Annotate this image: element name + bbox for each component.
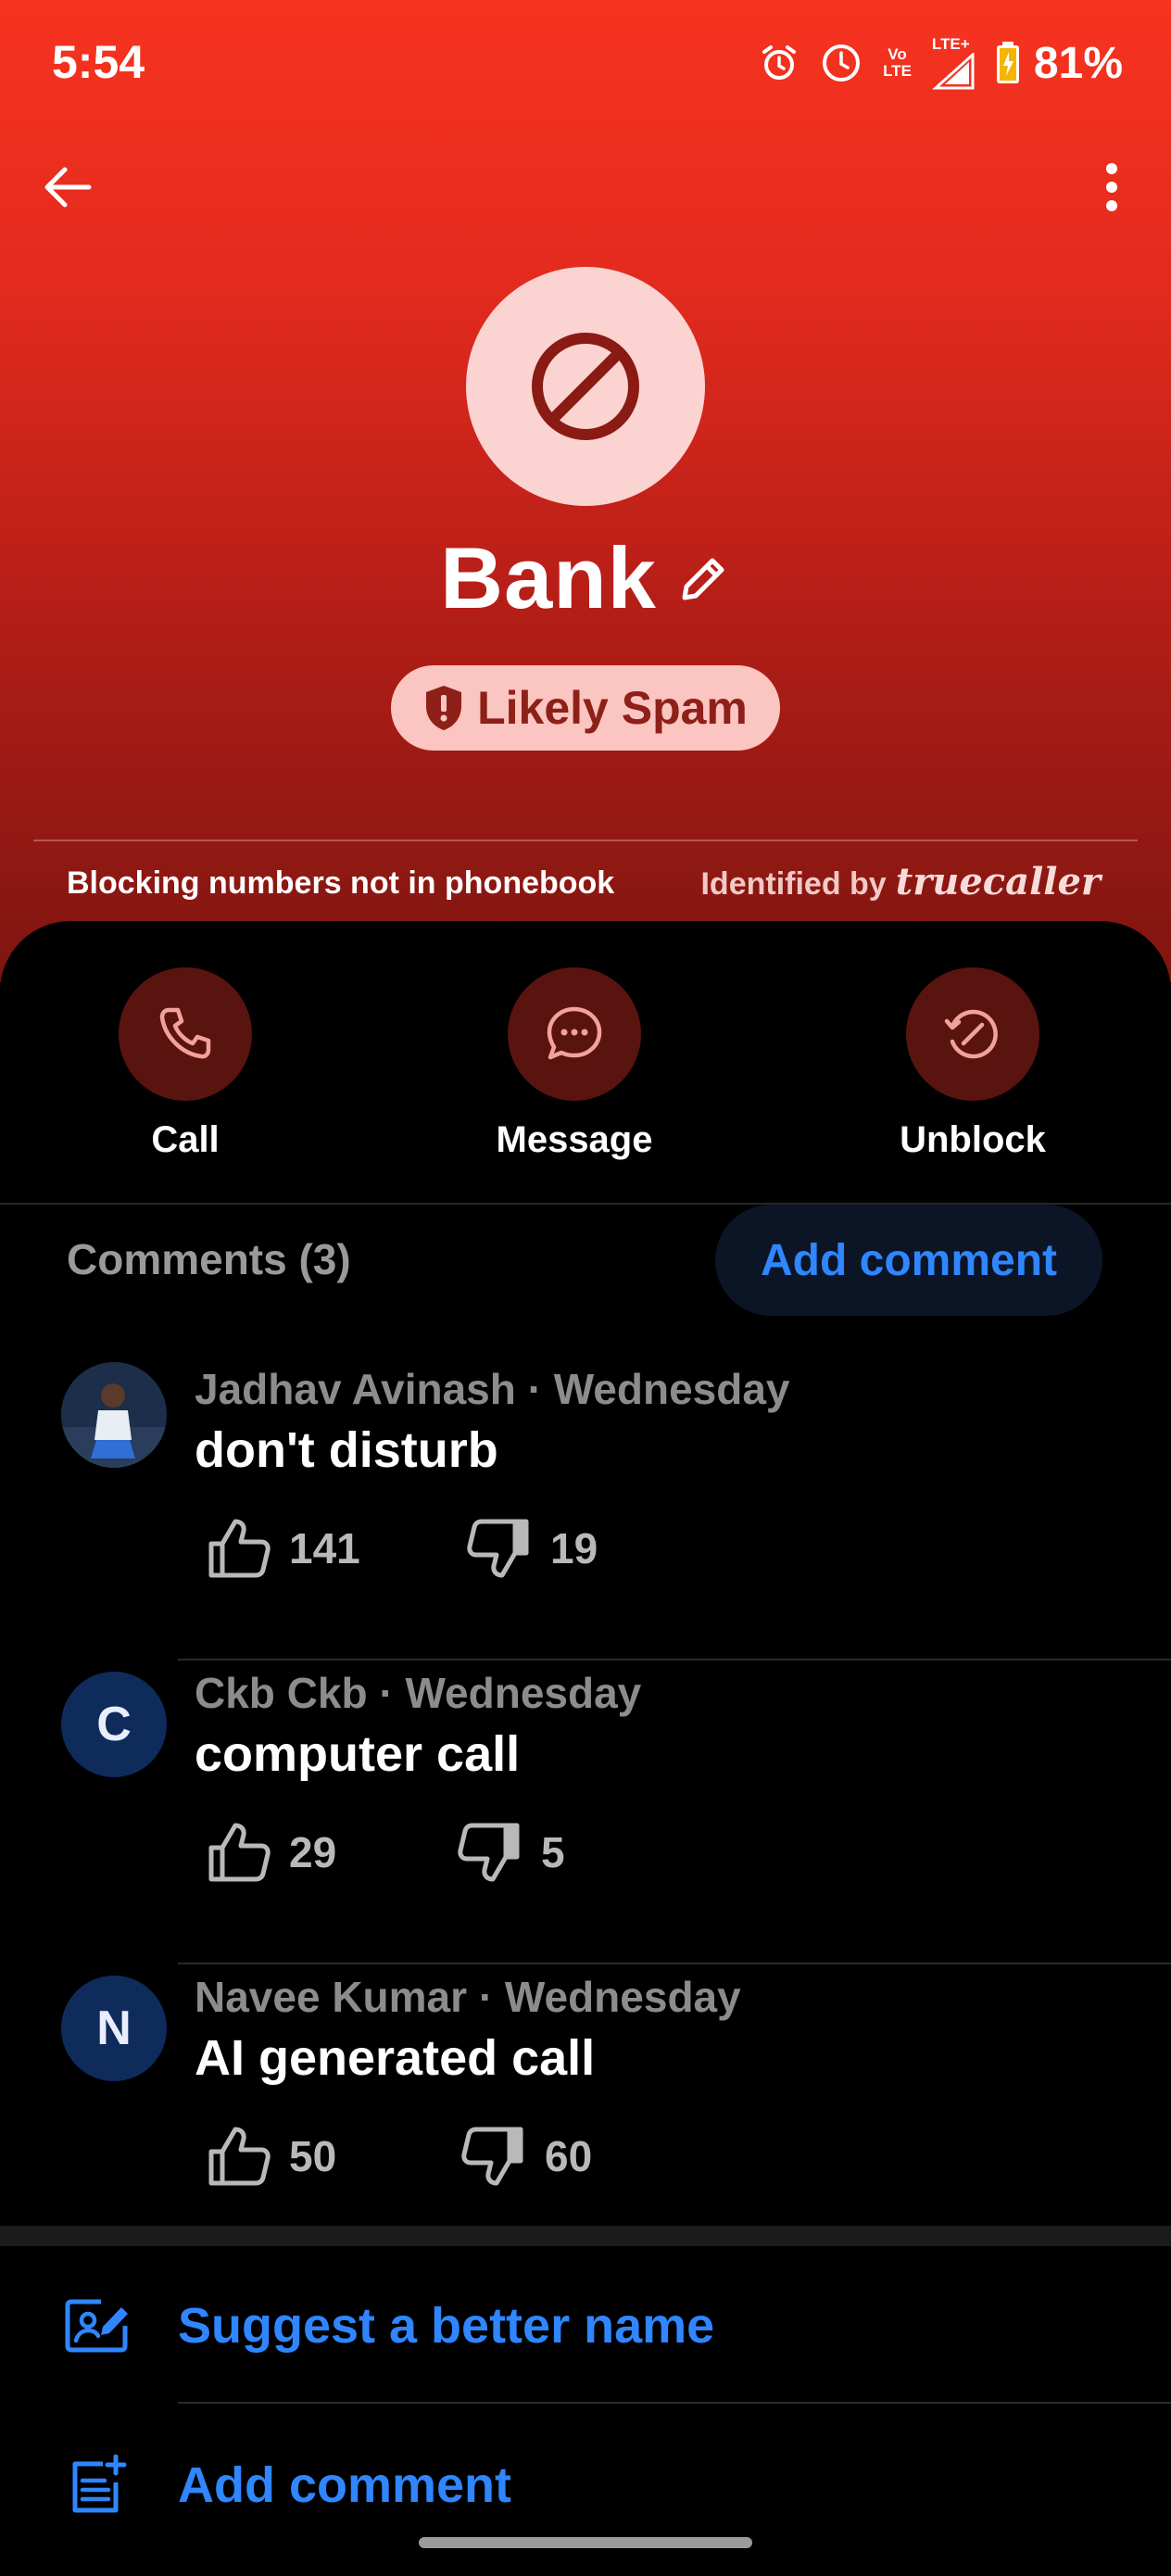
message-label: Message — [496, 1119, 653, 1160]
dislike-button[interactable]: 5 — [458, 1822, 565, 1883]
thumbs-up-icon — [208, 1823, 271, 1882]
volte-label-top: Vo — [888, 45, 907, 63]
dislike-button[interactable]: 60 — [461, 2126, 592, 2187]
comment-author: Navee Kumar · Wednesday — [195, 1973, 741, 2021]
like-button[interactable]: 50 — [206, 2126, 336, 2187]
more-options-button[interactable] — [1065, 141, 1158, 234]
like-count: 141 — [289, 1524, 360, 1572]
comment-item: Jadhav Avinash · Wednesday don't disturb… — [0, 1362, 1171, 1668]
volte-icon: Vo LTE — [883, 46, 912, 80]
shield-icon — [426, 686, 462, 730]
message-icon — [547, 1006, 602, 1060]
status-time: 5:54 — [52, 36, 145, 88]
thumbs-down-icon — [467, 1519, 529, 1578]
unblock-button[interactable]: Unblock — [834, 967, 1112, 1161]
thumbs-down-icon — [458, 1823, 520, 1882]
phone-icon — [159, 1007, 211, 1059]
battery-icon — [995, 41, 1021, 85]
unblock-icon — [944, 1009, 998, 1059]
comment-text: AI generated call — [195, 2030, 596, 2086]
comment-author: Ckb Ckb · Wednesday — [195, 1669, 642, 1717]
thumbs-up-icon — [208, 2127, 271, 2186]
comment-text: don't disturb — [195, 1422, 498, 1478]
dislike-button[interactable]: 19 — [467, 1518, 598, 1579]
add-comment-button[interactable]: Add comment — [715, 1205, 1102, 1316]
spam-badge: Likely Spam — [391, 665, 780, 751]
message-circle — [508, 967, 641, 1101]
dislike-count: 5 — [541, 1828, 565, 1876]
back-arrow-icon — [44, 167, 92, 208]
comment-author: Jadhav Avinash · Wednesday — [195, 1365, 790, 1413]
suggest-name-label: Suggest a better name — [178, 2298, 715, 2354]
add-note-icon — [63, 2451, 132, 2519]
comment-divider — [178, 1963, 1171, 1964]
pencil-icon — [682, 558, 724, 600]
dislike-count: 60 — [545, 2132, 593, 2180]
contact-name-row: Bank — [0, 528, 1171, 628]
back-button[interactable] — [20, 141, 113, 234]
call-circle — [119, 967, 252, 1101]
comment-divider — [178, 1659, 1171, 1661]
identified-by: Identified by truecaller — [700, 860, 1101, 903]
home-indicator[interactable] — [419, 2537, 752, 2548]
comment-item: C Ckb Ckb · Wednesday computer call 29 5 — [0, 1668, 1171, 1972]
contact-name: Bank — [440, 529, 657, 626]
lte-label: LTE+ — [931, 35, 970, 53]
spam-badge-label: Likely Spam — [477, 682, 748, 734]
more-vert-icon — [1106, 163, 1117, 211]
like-count: 50 — [289, 2132, 337, 2180]
signal-icon: LTE+ — [932, 36, 975, 90]
suggest-name-button[interactable]: Suggest a better name — [0, 2261, 1171, 2391]
edit-name-button[interactable] — [677, 551, 731, 605]
comments-title: Comments (3) — [67, 1235, 351, 1283]
unblock-label: Unblock — [900, 1119, 1046, 1160]
add-comment-menu-button[interactable]: Add comment — [0, 2420, 1171, 2550]
unblock-circle — [906, 967, 1039, 1101]
message-button[interactable]: Message — [435, 967, 713, 1161]
thumbs-up-icon — [208, 1519, 271, 1578]
status-icons: Vo LTE LTE+ 81% — [759, 36, 1123, 90]
like-button[interactable]: 141 — [206, 1518, 360, 1579]
avatar: C — [61, 1672, 167, 1777]
comment-text: computer call — [195, 1726, 521, 1782]
dislike-count: 19 — [550, 1524, 598, 1572]
avatar: N — [61, 1976, 167, 2081]
status-bar: 5:54 Vo LTE LTE+ 81% — [0, 0, 1171, 130]
user-photo-icon — [61, 1362, 167, 1468]
blocked-icon — [532, 333, 639, 440]
like-button[interactable]: 29 — [206, 1822, 336, 1883]
edit-name-icon — [63, 2292, 132, 2360]
contact-avatar — [466, 267, 705, 506]
alarm-icon — [759, 43, 800, 83]
thumbs-down-icon — [461, 2127, 523, 2186]
call-label: Call — [151, 1119, 220, 1160]
battery-percent: 81% — [1033, 38, 1123, 88]
header-divider — [33, 840, 1138, 841]
section-separator — [0, 2226, 1171, 2246]
clock-icon — [820, 42, 863, 84]
volte-label-bottom: LTE — [883, 62, 912, 80]
avatar — [61, 1362, 167, 1468]
truecaller-logo: truecaller — [895, 860, 1101, 903]
like-count: 29 — [289, 1828, 337, 1876]
call-button[interactable]: Call — [46, 967, 324, 1161]
identified-by-label: Identified by — [700, 866, 887, 902]
menu-divider — [178, 2402, 1171, 2404]
add-comment-menu-label: Add comment — [178, 2457, 512, 2513]
blocking-note: Blocking numbers not in phonebook — [67, 865, 615, 901]
